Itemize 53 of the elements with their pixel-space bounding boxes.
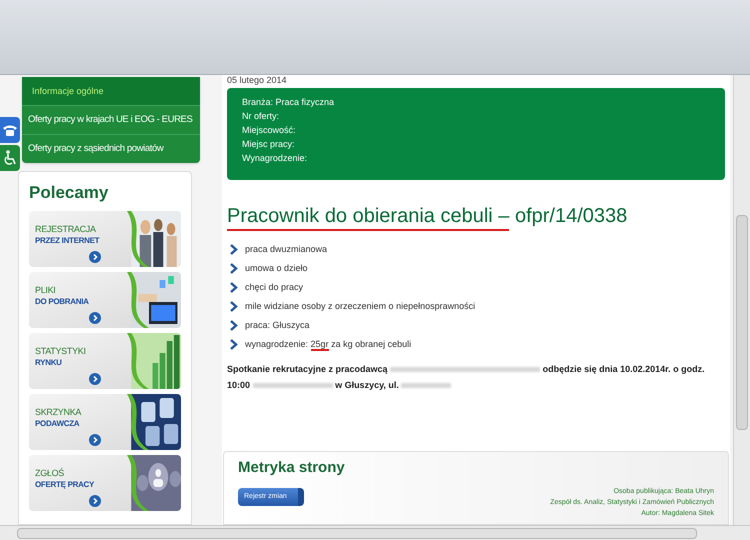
offer-title: Pracownik do obierania cebuli – ofpr/14/0338: [227, 203, 725, 229]
horizontal-scrollbar[interactable]: [0, 525, 750, 540]
feature-text: praca: Głuszyca: [245, 319, 310, 332]
meeting-notice: Spotkanie rekrutacyjne z pracodawcą odbędzie się dnia 10.02.2014r. o godz. 10:00 w Głuszycy, ul.: [227, 363, 706, 392]
chevron-icon: [230, 320, 238, 331]
accessibility-button[interactable]: [0, 145, 20, 171]
chevron-icon: [230, 301, 238, 312]
banner-subtitle: OFERTĘ PRACY: [35, 479, 94, 491]
feature-text: wynagrodzenie: 25gr za kg obranej cebuli: [245, 338, 412, 351]
vertical-scrollbar[interactable]: [733, 75, 750, 525]
feature-text: praca dwuzmianowa: [245, 243, 328, 256]
nav-item[interactable]: Oferty pracy w krajach UE i EOG - EURES: [22, 105, 200, 134]
telephone-icon: [2, 124, 18, 136]
promo-banner[interactable]: ZGŁOŚ OFERTĘ PRACY: [29, 455, 181, 511]
chevron-icon: [230, 244, 238, 255]
feature-text: chęci do pracy: [245, 281, 304, 294]
arrow-circle-icon: [89, 251, 101, 263]
section-title: Metryka strony: [238, 458, 345, 478]
chevron-icon: [230, 339, 238, 350]
promo-banner[interactable]: REJESTRACJA PRZEZ INTERNET: [29, 211, 181, 267]
banner-title: STATYSTYKI: [35, 345, 86, 357]
banner-title: REJESTRACJA: [35, 223, 97, 235]
scrollbar-thumb[interactable]: [17, 528, 697, 538]
nav-item[interactable]: Informacje ogólne: [22, 77, 200, 105]
nav-item[interactable]: Oferty pracy z sąsiednich powiatów: [22, 134, 200, 163]
detail-line: Wynagrodzenie:: [242, 152, 308, 165]
publish-date: 05 lutego 2014: [227, 75, 288, 86]
arrow-circle-icon: [89, 434, 101, 446]
chevron-icon: [230, 263, 238, 274]
scrollbar-thumb[interactable]: [736, 215, 748, 430]
feature-text: umowa o dzieło: [245, 262, 308, 275]
feature-text: mile widziane osoby z orzeczeniem o niepełnosprawności: [245, 300, 476, 313]
banner-subtitle: PRZEZ INTERNET: [35, 235, 100, 247]
contact-button[interactable]: [0, 117, 20, 143]
section-title: Polecamy: [29, 182, 110, 204]
banner-title: PLIKI: [35, 284, 57, 296]
banner-subtitle: RYNKU: [35, 357, 63, 369]
promo-banner[interactable]: PLIKI DO POBRANIA: [29, 272, 181, 328]
arrow-circle-icon: [89, 312, 101, 324]
banner-title: ZGŁOŚ: [35, 467, 66, 479]
detail-line: Miejsc pracy:: [242, 138, 296, 151]
arrow-circle-icon: [89, 373, 101, 385]
promo-banner[interactable]: STATYSTYKI RYNKU: [29, 333, 181, 389]
chevron-icon: [230, 282, 238, 293]
banner-subtitle: DO POBRANIA: [35, 296, 89, 308]
detail-line: Branża: Praca fizyczna: [242, 96, 336, 109]
arrow-circle-icon: [89, 495, 101, 507]
wheelchair-icon: [3, 150, 17, 166]
detail-line: Miejscowość:: [242, 124, 297, 137]
promo-banner[interactable]: SKRZYNKA PODAWCZA: [29, 394, 181, 450]
detail-line: Nr oferty:: [242, 110, 280, 123]
banner-title: SKRZYNKA: [35, 406, 82, 418]
banner-subtitle: PODAWCZA: [35, 418, 80, 430]
